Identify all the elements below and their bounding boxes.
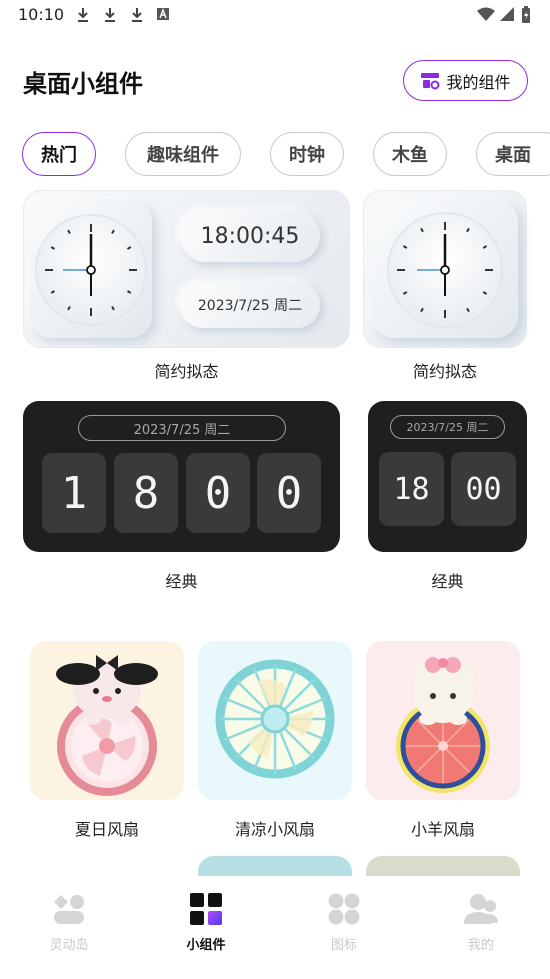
widget-caption: 经典 xyxy=(431,572,464,591)
digital-time: 18:00:45 xyxy=(200,223,300,249)
nav-label: 灵动岛 xyxy=(49,938,89,953)
fan-caption: 小羊风扇 xyxy=(410,820,475,839)
analog-clock-icon xyxy=(35,214,147,326)
flip-digit: 00 xyxy=(451,452,516,526)
a-icon xyxy=(157,8,169,20)
tab-hot[interactable]: 热门 xyxy=(22,132,96,176)
flip-digit: 18 xyxy=(379,452,444,526)
nav-label: 我的 xyxy=(467,938,494,953)
tab-desktop[interactable]: 桌面 xyxy=(476,132,550,176)
status-time: 10:10 xyxy=(18,5,65,24)
nav-profile[interactable]: 我的 xyxy=(431,892,531,953)
cool-fan-illustration xyxy=(215,659,335,779)
date-pill: 2023/7/25 周二 xyxy=(390,415,505,439)
analog-clock-icon xyxy=(387,212,503,328)
download-icon xyxy=(132,8,142,22)
nav-icons[interactable]: 图标 xyxy=(294,892,394,953)
date-pill: 2023/7/25 周二 xyxy=(180,282,320,328)
page-title: 桌面小组件 xyxy=(23,70,143,98)
icons-icon xyxy=(328,893,360,925)
my-widgets-icon xyxy=(421,72,440,89)
widget-caption: 经典 xyxy=(165,572,198,591)
widget-caption: 简约拟态 xyxy=(412,362,477,381)
profile-icon xyxy=(464,894,498,924)
widget-classic-small[interactable]: 2023/7/25 周二 18 00 xyxy=(368,401,527,552)
digital-time-pill: 18:00:45 xyxy=(180,210,320,262)
fan-card-summer[interactable] xyxy=(30,641,184,800)
fan-card-cool[interactable] xyxy=(198,641,352,800)
download-icon xyxy=(105,8,115,22)
my-widgets-label: 我的组件 xyxy=(446,72,511,92)
flip-digit: 8 xyxy=(114,453,178,533)
date-text: 2023/7/25 周二 xyxy=(406,421,489,434)
widget-classic-large[interactable]: 2023/7/25 周二 1 8 0 0 xyxy=(23,401,340,552)
dynamic-island-icon xyxy=(54,895,84,924)
nav-label: 小组件 xyxy=(186,938,226,953)
sheep-fan-illustration xyxy=(396,657,490,793)
widget-simple-large[interactable]: 18:00:45 2023/7/25 周二 xyxy=(23,190,350,348)
category-tabs: 热门 趣味组件 时钟 木鱼 桌面 xyxy=(0,132,550,178)
widget-simple-small[interactable] xyxy=(363,190,527,348)
bottom-nav: 灵动岛 小组件 图标 我的 xyxy=(0,876,550,979)
tab-fun-widgets[interactable]: 趣味组件 xyxy=(125,132,241,176)
tab-clock[interactable]: 时钟 xyxy=(270,132,344,176)
flip-digit: 0 xyxy=(186,453,250,533)
nav-dynamic-island[interactable]: 灵动岛 xyxy=(19,892,119,953)
flip-digit: 1 xyxy=(42,453,106,533)
my-widgets-button[interactable]: 我的组件 xyxy=(403,60,528,101)
flip-digit: 0 xyxy=(257,453,321,533)
nav-widgets[interactable]: 小组件 xyxy=(156,892,256,953)
date-text: 2023/7/25 周二 xyxy=(197,298,303,314)
date-text: 2023/7/25 周二 xyxy=(133,422,231,438)
fan-caption: 清凉小风扇 xyxy=(234,820,315,839)
signal-icon xyxy=(500,7,514,21)
fan-card-sheep[interactable] xyxy=(366,641,520,800)
fan-caption: 夏日风扇 xyxy=(74,820,139,839)
wifi-icon xyxy=(477,7,495,21)
nav-label: 图标 xyxy=(330,938,357,953)
tab-wooden-fish[interactable]: 木鱼 xyxy=(373,132,447,176)
puppy-fan-illustration xyxy=(56,655,158,796)
date-pill: 2023/7/25 周二 xyxy=(78,415,286,441)
status-bar: 10:10 xyxy=(0,0,550,30)
widget-caption: 简约拟态 xyxy=(154,362,219,381)
widgets-grid-icon xyxy=(190,893,222,925)
battery-icon xyxy=(522,6,530,23)
download-icon xyxy=(78,8,88,22)
